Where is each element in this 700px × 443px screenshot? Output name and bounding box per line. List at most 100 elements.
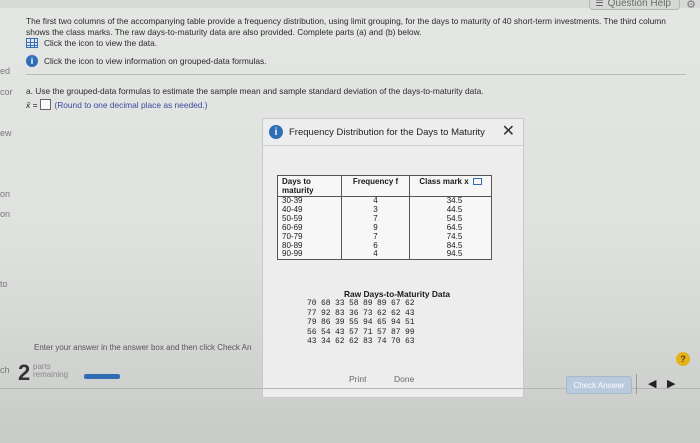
enter-answer-instructions: Enter your answer in the answer box and … xyxy=(34,343,252,352)
left-strip-text: to xyxy=(0,279,8,289)
question-help-label: Question Help xyxy=(607,0,671,9)
raw-data-value: 36 xyxy=(349,308,359,318)
print-button[interactable]: Print xyxy=(349,374,366,384)
raw-data-value: 58 xyxy=(349,299,359,308)
part-a-prompt: a. Use the grouped-data formulas to esti… xyxy=(26,86,484,96)
copy-icon[interactable] xyxy=(472,178,482,186)
raw-data-value: 74 xyxy=(377,337,387,347)
raw-data-value: 83 xyxy=(363,337,373,347)
raw-data-value: 94 xyxy=(363,318,373,328)
progress-bar xyxy=(84,374,120,379)
raw-data-value: 87 xyxy=(391,327,401,337)
table-cell: 4 xyxy=(341,249,410,261)
raw-data-value: 55 xyxy=(349,318,359,328)
raw-data-grid: 70 68 33 58 89 89 67 62 77 92 83 36 73 62 62 43 79 86 39 55… xyxy=(307,299,419,347)
answer-label: x̄ = xyxy=(26,99,38,110)
raw-data-value: 62 xyxy=(391,308,401,318)
raw-data-row: 77 92 83 36 73 62 62 43 xyxy=(307,309,419,319)
raw-data-value: 51 xyxy=(405,318,415,328)
table-cell: 90-99 xyxy=(277,249,342,261)
left-strip-text: ch xyxy=(0,365,10,375)
parts-remaining-label: parts remaining xyxy=(33,363,68,379)
rounding-hint: (Round to one decimal place as needed.) xyxy=(54,99,208,110)
raw-data-value: 70 xyxy=(307,299,317,308)
raw-data-value: 65 xyxy=(377,318,387,328)
column-header: Frequency f xyxy=(341,175,410,197)
parts-label-line: remaining xyxy=(33,370,69,379)
raw-data-value: 67 xyxy=(391,299,401,308)
raw-data-value: 89 xyxy=(363,299,373,308)
divider xyxy=(26,74,686,75)
previous-question-icon[interactable]: ◀ xyxy=(648,377,656,390)
data-table-icon[interactable] xyxy=(26,38,38,48)
raw-data-value: 89 xyxy=(377,299,387,308)
frequency-popup: i Frequency Distribution for the Days to… xyxy=(262,118,524,398)
info-icon[interactable]: i xyxy=(26,55,38,67)
column-header: Days to maturity xyxy=(277,175,342,197)
nav-separator xyxy=(636,374,637,394)
answer-row: x̄ = (Round to one decimal place as need… xyxy=(26,99,208,110)
column-header: Class mark x xyxy=(409,175,492,197)
raw-data-value: 54 xyxy=(321,327,331,337)
raw-data-value: 83 xyxy=(335,308,345,318)
formula-info-text: Click the icon to view information on gr… xyxy=(44,56,267,66)
next-question-icon[interactable]: ▶ xyxy=(667,377,675,390)
formula-info-link[interactable]: i Click the icon to view information on … xyxy=(26,55,267,67)
raw-data-value: 63 xyxy=(405,337,415,347)
raw-data-value: 73 xyxy=(363,308,373,318)
raw-data-value: 70 xyxy=(391,337,401,347)
left-strip-text: ew xyxy=(0,128,12,138)
table-row: 90-99 4 94.5 xyxy=(277,249,492,261)
left-strip-text: on xyxy=(0,189,11,199)
raw-data-value: 62 xyxy=(405,299,415,308)
raw-data-value: 77 xyxy=(307,308,317,318)
raw-data-value: 71 xyxy=(363,327,373,337)
popup-title: Frequency Distribution for the Days to M… xyxy=(289,126,485,138)
raw-data-value: 34 xyxy=(321,337,331,347)
table-header-row: Days to maturity Frequency f Class mark … xyxy=(277,175,492,197)
raw-data-row: 70 68 33 58 89 89 67 62 xyxy=(307,299,419,309)
raw-data-row: 43 34 62 62 83 74 70 63 xyxy=(307,337,419,347)
done-button[interactable]: Done xyxy=(394,374,414,384)
raw-data-value: 62 xyxy=(377,308,387,318)
view-data-link[interactable]: Click the icon to view the data. xyxy=(26,38,157,48)
raw-data-value: 56 xyxy=(307,327,317,337)
raw-data-value: 62 xyxy=(349,337,359,347)
raw-data-row: 79 86 39 55 94 65 94 51 xyxy=(307,318,419,328)
question-instructions: The first two columns of the accompanyin… xyxy=(26,16,666,37)
table-cell: 94.5 xyxy=(409,249,492,261)
view-data-text: Click the icon to view the data. xyxy=(44,38,158,48)
raw-data-value: 43 xyxy=(307,337,317,347)
raw-data-value: 79 xyxy=(307,318,317,328)
raw-data-row: 56 54 43 57 71 57 87 99 xyxy=(307,328,419,338)
parts-remaining-count: 2 xyxy=(18,360,31,385)
raw-data-value: 86 xyxy=(321,318,331,328)
raw-data-value: 39 xyxy=(335,318,345,328)
list-icon: ☰ xyxy=(595,0,604,8)
answer-input[interactable] xyxy=(40,99,52,110)
raw-data-value: 68 xyxy=(321,299,331,308)
raw-data-value: 62 xyxy=(335,337,345,347)
left-strip-text: ed xyxy=(0,66,11,76)
check-answer-button[interactable]: Check Answer xyxy=(566,376,632,394)
raw-data-value: 57 xyxy=(377,327,387,337)
close-icon[interactable]: ✕ xyxy=(502,121,515,141)
column-header-text: Class mark x xyxy=(419,177,469,186)
raw-data-value: 33 xyxy=(335,299,345,308)
raw-data-value: 43 xyxy=(405,308,415,318)
raw-data-value: 43 xyxy=(335,327,345,337)
left-strip-text: cor xyxy=(0,87,13,97)
popup-header: i Frequency Distribution for the Days to… xyxy=(269,125,485,139)
gear-icon[interactable]: ⚙ xyxy=(686,0,696,11)
raw-data-value: 94 xyxy=(391,318,401,328)
raw-data-value: 99 xyxy=(405,327,415,337)
raw-data-value: 92 xyxy=(321,308,331,318)
frequency-table: Days to maturity Frequency f Class mark … xyxy=(277,175,492,261)
info-icon: i xyxy=(269,125,283,139)
help-icon[interactable]: ? xyxy=(676,352,690,366)
raw-data-title: Raw Days-to-Maturity Data xyxy=(343,289,451,299)
question-help-button[interactable]: ☰ Question Help xyxy=(588,0,680,10)
popup-divider xyxy=(263,145,523,146)
raw-data-value: 57 xyxy=(349,327,359,337)
left-strip-text: on xyxy=(0,209,11,219)
